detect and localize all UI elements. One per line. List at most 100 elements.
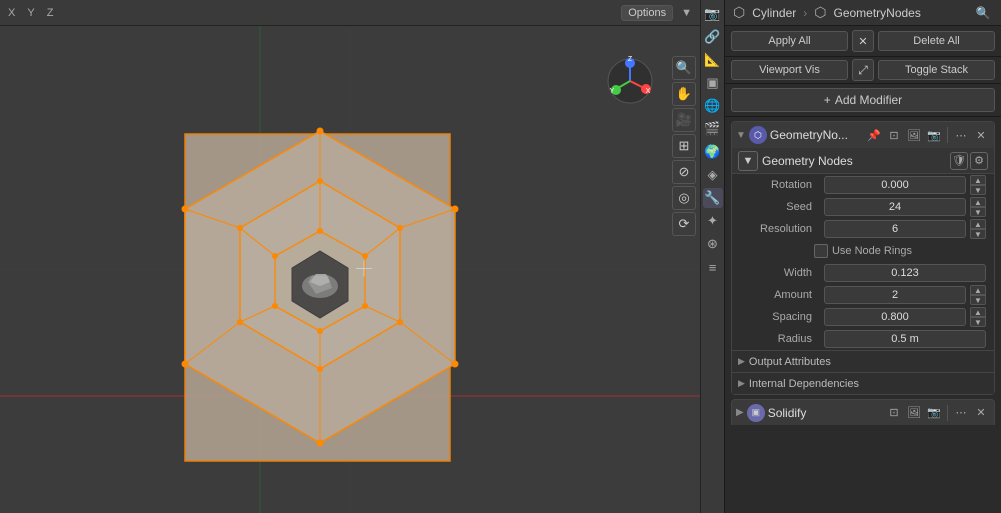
- radius-label: Radius: [740, 333, 820, 345]
- sidebar-modifier-icon[interactable]: 🔧: [703, 188, 723, 208]
- filter-icon[interactable]: ⊘: [672, 160, 696, 184]
- view-icon[interactable]: ◎: [672, 186, 696, 210]
- resolution-value[interactable]: 6: [824, 220, 966, 238]
- sidebar-render-icon[interactable]: 📐: [703, 50, 723, 70]
- modifier-expand-arrow[interactable]: ▼: [736, 130, 746, 141]
- rotation-up-arrow[interactable]: ▲: [970, 175, 986, 185]
- close-button[interactable]: ✕: [852, 30, 874, 52]
- radius-value[interactable]: 0.5 m: [824, 330, 986, 348]
- amount-arrows: ▲ ▼: [970, 285, 986, 305]
- geometry-nodes-modifier: ▼ ⬡ GeometryNo... 📌 ⊡ 🖼 📷 ⋯ ✕ ▼: [731, 121, 995, 395]
- spacing-down-arrow[interactable]: ▼: [970, 317, 986, 327]
- output-attributes-row[interactable]: ▶ Output Attributes: [732, 350, 994, 372]
- sidebar-particles-icon[interactable]: ✦: [703, 211, 723, 231]
- breadcrumb-arrow: ›: [803, 6, 807, 20]
- resolution-up-arrow[interactable]: ▲: [970, 219, 986, 229]
- viewport-vis-button[interactable]: Viewport Vis: [731, 60, 848, 80]
- sub-header-name: Geometry Nodes: [762, 154, 946, 168]
- cylinder-icon: ⬡: [733, 4, 745, 21]
- seed-down-arrow[interactable]: ▼: [970, 207, 986, 217]
- breadcrumb-cylinder: Cylinder: [752, 6, 796, 20]
- solidify-close-icon[interactable]: ✕: [972, 404, 990, 422]
- width-row: Width 0.123: [732, 262, 994, 284]
- solidify-realtime-icon[interactable]: ⊡: [885, 404, 903, 422]
- resolution-row: Resolution 6 ▲ ▼: [732, 218, 994, 240]
- sidebar-output-icon[interactable]: ▣: [703, 73, 723, 93]
- right-icon-sidebar: 📷 🔗 📐 ▣ 🌐 🎬 🌍 ◈ 🔧 ✦ ⊛ ≡: [700, 0, 724, 513]
- modifier-sub-header: ▼ Geometry Nodes 🛡 ⚙: [732, 148, 994, 174]
- resolution-label: Resolution: [740, 223, 820, 235]
- seed-up-arrow[interactable]: ▲: [970, 197, 986, 207]
- rotation-down-arrow[interactable]: ▼: [970, 185, 986, 195]
- resolution-down-arrow[interactable]: ▼: [970, 229, 986, 239]
- options-toggle[interactable]: ▼: [677, 7, 696, 19]
- properties-header: ⬡ Cylinder › ⬡ GeometryNodes 🔍: [725, 0, 1001, 26]
- viewport-y-label: Y: [23, 7, 38, 19]
- camera-icon[interactable]: 🎥: [672, 108, 696, 132]
- modifier-title: GeometryNo...: [770, 128, 862, 142]
- modifier-close-icon[interactable]: ✕: [972, 126, 990, 144]
- sub-header-icons: 🛡 ⚙: [950, 152, 988, 170]
- search-icon[interactable]: 🔍: [973, 3, 993, 23]
- solidify-render-icon[interactable]: 🖼: [905, 404, 923, 422]
- expand-button[interactable]: ⤢: [852, 59, 874, 81]
- output-attr-label: Output Attributes: [749, 356, 831, 368]
- delete-all-button[interactable]: Delete All: [878, 31, 995, 51]
- seed-value[interactable]: 24: [824, 198, 966, 216]
- solidify-modifier: ▶ ▣ Solidify ⊡ 🖼 📷 ⋯ ✕: [731, 399, 995, 425]
- sidebar-world-icon[interactable]: 🌍: [703, 142, 723, 162]
- solidify-header-icons: ⊡ 🖼 📷 ⋯ ✕: [885, 404, 990, 422]
- solidify-more-icon[interactable]: ⋯: [952, 404, 970, 422]
- rotation-label: Rotation: [740, 179, 820, 191]
- seed-row: Seed 24 ▲ ▼: [732, 196, 994, 218]
- pan-icon[interactable]: ✋: [672, 82, 696, 106]
- solidify-icon: ▣: [747, 404, 765, 422]
- use-node-rings-checkbox[interactable]: [814, 244, 828, 258]
- resolution-arrows: ▲ ▼: [970, 219, 986, 239]
- solidify-camera-icon[interactable]: 📷: [925, 404, 943, 422]
- sidebar-view-icon[interactable]: 🌐: [703, 96, 723, 116]
- modifier-icon-circle: ⬡: [749, 126, 767, 144]
- toggle-stack-button[interactable]: Toggle Stack: [878, 60, 995, 80]
- zoom-icon[interactable]: 🔍: [672, 56, 696, 80]
- grid-icon[interactable]: ⊞: [672, 134, 696, 158]
- sidebar-physics-icon[interactable]: ⊛: [703, 234, 723, 254]
- solidify-expand-arrow[interactable]: ▶: [736, 407, 744, 418]
- modifier-vis-buttons: Viewport Vis ⤢ Toggle Stack: [725, 57, 1001, 84]
- sidebar-scene-icon[interactable]: 🎬: [703, 119, 723, 139]
- apply-all-button[interactable]: Apply All: [731, 31, 848, 51]
- modifier-camera-icon[interactable]: 📷: [925, 126, 943, 144]
- modifier-action-buttons: Apply All ✕ Delete All: [725, 26, 1001, 57]
- transform-icon[interactable]: ⟳: [672, 212, 696, 236]
- amount-up-arrow[interactable]: ▲: [970, 285, 986, 295]
- spacing-value[interactable]: 0.800: [824, 308, 966, 326]
- viewport[interactable]: X Y Z Options ▼: [0, 0, 700, 513]
- spacing-up-arrow[interactable]: ▲: [970, 307, 986, 317]
- sub-shield-icon[interactable]: 🛡: [950, 152, 968, 170]
- options-button[interactable]: Options: [621, 5, 673, 21]
- sidebar-object-icon[interactable]: ◈: [703, 165, 723, 185]
- add-modifier-button[interactable]: + Add Modifier: [731, 88, 995, 112]
- width-value[interactable]: 0.123: [824, 264, 986, 282]
- amount-value[interactable]: 2: [824, 286, 966, 304]
- rotation-value[interactable]: 0.000: [824, 176, 966, 194]
- modifier-more-icon[interactable]: ⋯: [952, 126, 970, 144]
- modifier-render-icon[interactable]: 🖼: [905, 126, 923, 144]
- viewport-z-label: Z: [43, 7, 58, 19]
- output-attr-arrow: ▶: [738, 356, 745, 367]
- modifier-pin-icon[interactable]: 📌: [865, 126, 883, 144]
- internal-dependencies-row[interactable]: ▶ Internal Dependencies: [732, 372, 994, 394]
- use-node-rings-label: Use Node Rings: [832, 245, 912, 257]
- svg-text:Y: Y: [610, 88, 615, 95]
- modifier-realtime-icon[interactable]: ⊡: [885, 126, 903, 144]
- spacing-label: Spacing: [740, 311, 820, 323]
- sidebar-link-icon[interactable]: 🔗: [703, 27, 723, 47]
- solidify-title: Solidify: [768, 406, 882, 420]
- sub-settings-icon[interactable]: ⚙: [970, 152, 988, 170]
- seed-label: Seed: [740, 201, 820, 213]
- amount-down-arrow[interactable]: ▼: [970, 295, 986, 305]
- sidebar-constraints-icon[interactable]: ≡: [703, 257, 723, 277]
- sidebar-camera-icon[interactable]: 📷: [703, 4, 723, 24]
- sub-header-toggle[interactable]: ▼: [738, 151, 758, 171]
- rotation-arrows: ▲ ▼: [970, 175, 986, 195]
